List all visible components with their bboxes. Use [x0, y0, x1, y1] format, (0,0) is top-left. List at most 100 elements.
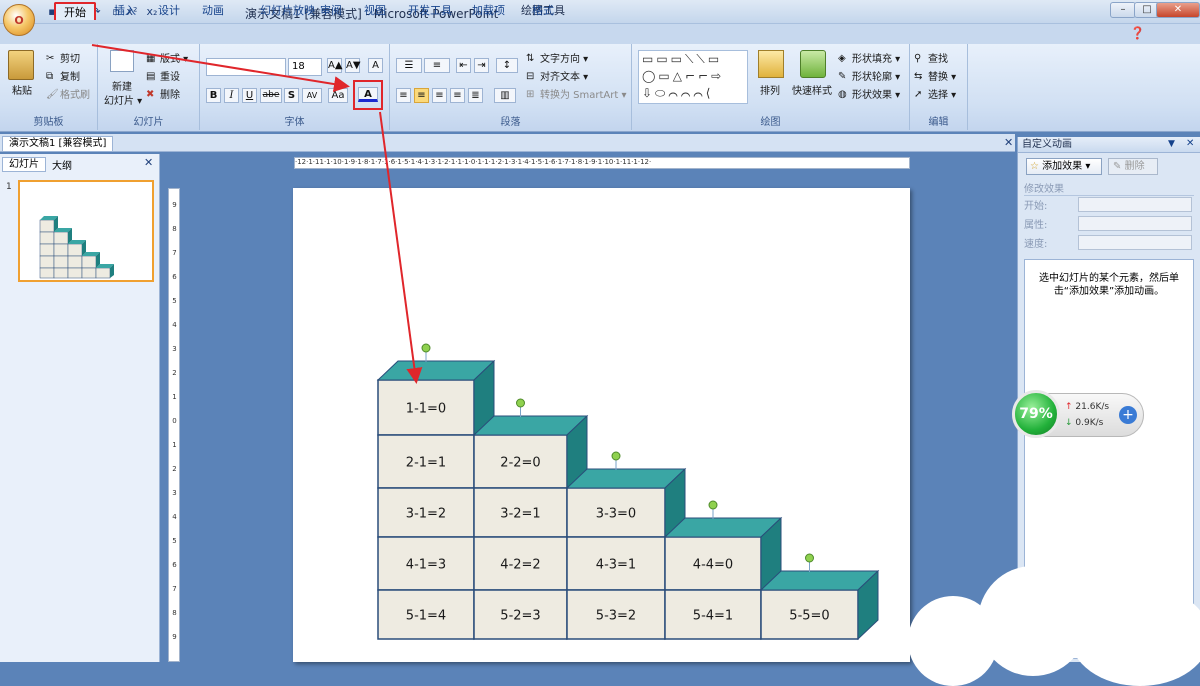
align-left-button[interactable]: ≡ [396, 88, 411, 103]
pane-menu-icon[interactable]: ▼ [1168, 139, 1175, 149]
network-usage-circle[interactable]: 79% [1012, 390, 1060, 438]
align-center-button[interactable]: ≡ [414, 88, 429, 103]
remove-effect-button[interactable]: ✎ 删除 [1108, 158, 1158, 175]
distributed-button[interactable]: ≣ [468, 88, 483, 103]
grow-font-button[interactable]: A▲ [327, 58, 343, 73]
tab-review[interactable]: 审阅 [312, 2, 350, 20]
bullets-button[interactable]: ☰ [396, 58, 422, 73]
minimize-button[interactable]: – [1110, 2, 1136, 18]
font-color-button[interactable]: A [358, 87, 378, 102]
smartart-button[interactable]: ⊞ 转换为 SmartArt ▾ [526, 86, 627, 101]
char-spacing-button[interactable]: AV [302, 88, 322, 103]
new-slide-dropdown[interactable]: 幻灯片 ▾ [104, 92, 142, 107]
stair-cell-label: 3-1=2 [406, 507, 446, 522]
help-icon[interactable]: ❓ [1130, 26, 1145, 40]
increase-indent-button[interactable]: ⇥ [474, 58, 489, 73]
close-button[interactable]: ✕ [1156, 2, 1200, 18]
rotation-handle[interactable] [516, 398, 525, 408]
font-name-input[interactable] [206, 58, 286, 76]
office-button[interactable]: O [3, 4, 35, 36]
font-group-label: 字体 [284, 117, 305, 128]
stair-cell-label: 5-1=4 [406, 609, 446, 624]
shape-fill-button[interactable]: ◈ 形状填充 ▾ [838, 50, 900, 65]
numbering-button[interactable]: ≡ [424, 58, 450, 73]
tab-home[interactable]: 开始 [54, 2, 96, 20]
shape-effects-button[interactable]: ◍ 形状效果 ▾ [838, 86, 900, 101]
add-effect-button[interactable]: ☆ 添加效果 ▾ [1026, 158, 1102, 175]
rotation-handle[interactable] [708, 500, 718, 510]
fill-bucket-icon: ◈ [838, 53, 846, 64]
decrease-indent-button[interactable]: ⇤ [456, 58, 471, 73]
copy-button[interactable]: ⧉ 复制 [46, 68, 80, 83]
rotation-handle[interactable] [421, 343, 431, 353]
new-slide-icon [110, 50, 134, 72]
close-document-icon[interactable]: ✕ [1004, 136, 1013, 149]
download-arrow-icon: ↓ [1065, 418, 1073, 428]
reset-button[interactable]: ▤ 重设 [146, 68, 180, 83]
shadow-button[interactable]: S [284, 88, 299, 103]
shapes-gallery[interactable]: ▭▭▭⟍⟍▭ ◯▭△⌐⌐⇨ ⇩⬭⌒⌒⌒⟨ [638, 50, 748, 104]
clear-format-button[interactable]: A [368, 58, 383, 73]
document-tab-label: 演示文稿1 [兼容模式] [9, 138, 107, 149]
tab-slides[interactable]: 幻灯片 [2, 157, 46, 172]
tab-addins[interactable]: 加载项 [464, 2, 513, 20]
select-button[interactable]: ➚ 选择 ▾ [914, 86, 956, 101]
underline-button[interactable]: U [242, 88, 257, 103]
layout-label: 版式 ▾ [160, 54, 189, 65]
replace-button[interactable]: ⇆ 替换 ▾ [914, 68, 956, 83]
bold-button[interactable]: B [206, 88, 221, 103]
staircase-diagram[interactable]: 1-1=0 2-1=1 2-2=0 3-1=2 3-2=1 3-3=0 4-1=3 4-2=2… [293, 188, 910, 662]
start-select[interactable] [1078, 197, 1192, 212]
align-right-button[interactable]: ≡ [432, 88, 447, 103]
cursor-icon: ➚ [914, 89, 923, 100]
justify-button[interactable]: ≡ [450, 88, 465, 103]
vertical-ruler-digit: 1 [172, 441, 177, 449]
tab-view[interactable]: 视图 [356, 2, 394, 20]
shape-outline-button[interactable]: ✎ 形状轮廓 ▾ [838, 68, 900, 83]
layout-button[interactable]: ▦ 版式 ▾ [146, 50, 188, 65]
format-painter-button[interactable]: 🖌格式刷 [46, 86, 90, 101]
ribbon: 粘贴 ✂ 剪切 ⧉ 复制 🖌格式刷 剪贴板 新建 幻灯片 ▾ ▦ 版式 ▾ ▤ 重设 ✖… [0, 44, 1200, 132]
slide-thumbnail[interactable] [18, 180, 154, 282]
vertical-ruler[interactable]: 9 8 7 6 5 4 3 2 1 0 1 2 3 4 5 6 7 8 9 [168, 188, 180, 662]
tab-insert[interactable]: 插入 [106, 2, 144, 20]
quick-styles-button[interactable]: 快速样式 [792, 82, 832, 97]
speed-select[interactable] [1078, 235, 1192, 250]
shrink-font-button[interactable]: A▼ [345, 58, 361, 73]
document-tab[interactable]: 演示文稿1 [兼容模式] [2, 136, 114, 152]
vertical-ruler-digit: 8 [172, 609, 177, 617]
pane-close-icon[interactable]: ✕ [1186, 138, 1194, 149]
download-speed: ↓ 0.9K/s [1065, 418, 1103, 428]
horizontal-ruler[interactable]: ·12·1·11·1·10·1·9·1·8·1·7·1·6·1·5·1·4·1·… [294, 157, 910, 169]
delete-slide-button[interactable]: ✖ 删除 [146, 86, 180, 101]
tab-format[interactable]: 格式 [524, 2, 562, 20]
arrange-button[interactable]: 排列 [760, 82, 780, 97]
remove-effect-icon: ✎ [1113, 161, 1122, 172]
rotation-handle[interactable] [805, 553, 814, 563]
change-case-button[interactable]: Aa [328, 88, 348, 103]
tab-animation[interactable]: 动画 [194, 2, 232, 20]
align-text-button[interactable]: ⊟ 对齐文本 ▾ [526, 68, 588, 83]
property-select[interactable] [1078, 216, 1192, 231]
close-panel-icon[interactable]: ✕ [144, 156, 153, 169]
paste-button[interactable]: 粘贴 [12, 82, 32, 97]
cut-button[interactable]: ✂ 剪切 [46, 50, 80, 65]
scissors-icon: ✂ [46, 53, 55, 64]
plus-icon[interactable]: + [1119, 406, 1137, 424]
columns-button[interactable]: ▥ [494, 88, 516, 103]
new-slide-button[interactable]: 新建 [112, 78, 132, 93]
line-spacing-button[interactable]: ↕ [496, 58, 518, 73]
text-direction-button[interactable]: ⇅ 文字方向 ▾ [526, 50, 588, 65]
italic-button[interactable]: I [224, 88, 239, 103]
rotation-handle[interactable] [611, 451, 621, 461]
tab-design[interactable]: 设计 [150, 2, 188, 20]
tab-outline[interactable]: 大纲 [52, 157, 72, 172]
font-size-input[interactable]: 18 [288, 58, 322, 76]
strikethrough-button[interactable]: abe [260, 88, 282, 103]
find-button[interactable]: ⚲ 查找 [914, 50, 948, 65]
modify-effect-heading: 修改效果 [1024, 180, 1194, 196]
tab-developer[interactable]: 开发工具 [400, 2, 460, 20]
document-tab-bar [0, 134, 1015, 152]
font-group: 18 A▲ A▼ A B I U abe S AV Aa A 字体 [200, 44, 390, 130]
vertical-ruler-digit: 9 [172, 633, 177, 641]
